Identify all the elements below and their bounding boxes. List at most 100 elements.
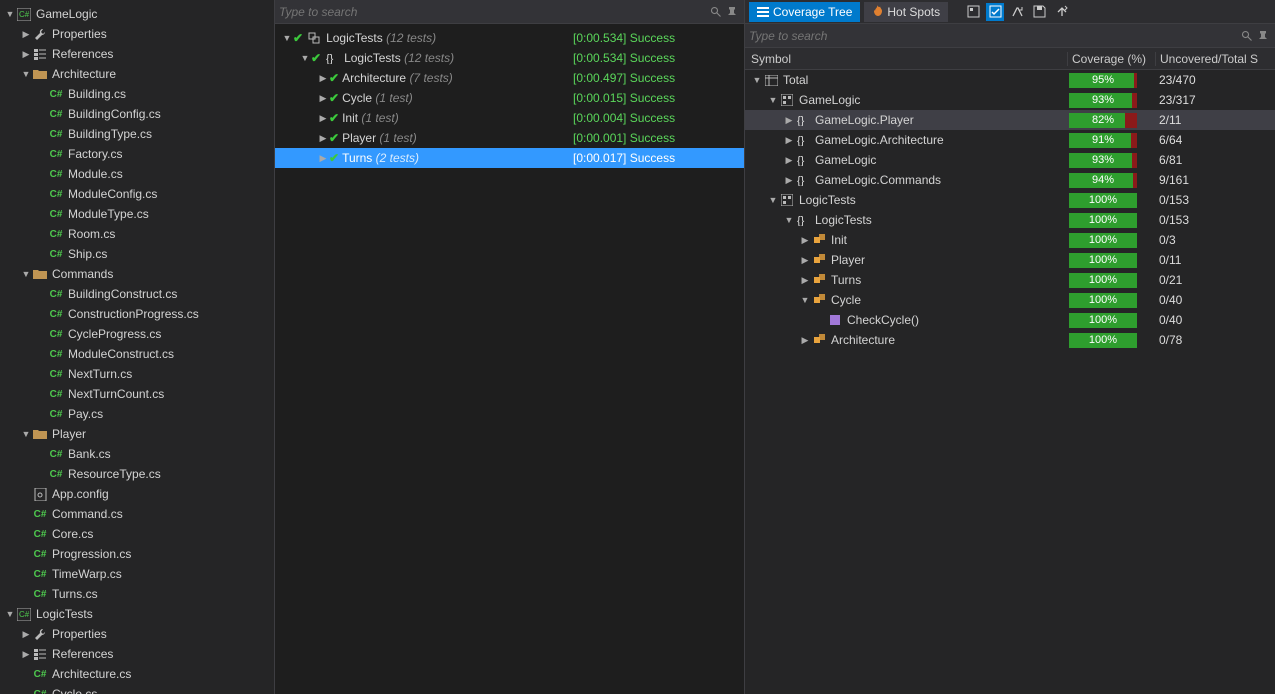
coverage-row[interactable]: Architecture100%0/78	[745, 330, 1275, 350]
solution-item[interactable]: C#TimeWarp.cs	[0, 564, 274, 584]
expand-arrow-icon[interactable]	[783, 175, 795, 186]
solution-item[interactable]: C#BuildingType.cs	[0, 124, 274, 144]
solution-tree[interactable]: C#GameLogicPropertiesReferencesArchitect…	[0, 0, 274, 694]
solution-item[interactable]: C#Room.cs	[0, 224, 274, 244]
expand-arrow-icon[interactable]	[20, 69, 32, 79]
toolbar-icon-1[interactable]	[964, 3, 982, 21]
toolbar-icon-2[interactable]	[986, 3, 1004, 21]
solution-item[interactable]: App.config	[0, 484, 274, 504]
solution-item[interactable]: C#CycleProgress.cs	[0, 324, 274, 344]
test-tree[interactable]: ✔LogicTests (12 tests)[0:00.534] Success…	[275, 24, 744, 168]
expand-arrow-icon[interactable]	[20, 49, 32, 60]
solution-item[interactable]: C#Factory.cs	[0, 144, 274, 164]
tab-hot-spots[interactable]: Hot Spots	[864, 2, 948, 22]
solution-item[interactable]: References	[0, 644, 274, 664]
expand-arrow-icon[interactable]	[317, 133, 329, 144]
tab-coverage-tree[interactable]: Coverage Tree	[749, 2, 860, 22]
expand-arrow-icon[interactable]	[281, 33, 293, 43]
solution-item[interactable]: C#BuildingConfig.cs	[0, 104, 274, 124]
solution-item[interactable]: C#Bank.cs	[0, 444, 274, 464]
solution-item[interactable]: C#ModuleType.cs	[0, 204, 274, 224]
solution-item[interactable]: C#GameLogic	[0, 4, 274, 24]
coverage-row[interactable]: LogicTests100%0/153	[745, 190, 1275, 210]
expand-arrow-icon[interactable]	[783, 215, 795, 225]
solution-item[interactable]: Properties	[0, 24, 274, 44]
coverage-row[interactable]: CheckCycle()100%0/40	[745, 310, 1275, 330]
solution-item[interactable]: C#Ship.cs	[0, 244, 274, 264]
solution-item[interactable]: Commands	[0, 264, 274, 284]
expand-arrow-icon[interactable]	[799, 295, 811, 305]
expand-arrow-icon[interactable]	[317, 113, 329, 124]
expand-arrow-icon[interactable]	[799, 275, 811, 286]
solution-item[interactable]: Properties	[0, 624, 274, 644]
expand-arrow-icon[interactable]	[767, 95, 779, 105]
toolbar-icon-3[interactable]	[1008, 3, 1026, 21]
test-row[interactable]: ✔Cycle (1 test)[0:00.015] Success	[275, 88, 744, 108]
expand-arrow-icon[interactable]	[799, 235, 811, 246]
coverage-row[interactable]: {}GameLogic.Player82%2/11	[745, 110, 1275, 130]
coverage-row[interactable]: Player100%0/11	[745, 250, 1275, 270]
expand-arrow-icon[interactable]	[317, 73, 329, 84]
save-icon[interactable]	[1030, 3, 1048, 21]
expand-arrow-icon[interactable]	[20, 649, 32, 660]
expand-arrow-icon[interactable]	[20, 29, 32, 40]
solution-item[interactable]: C#ConstructionProgress.cs	[0, 304, 274, 324]
solution-item[interactable]: C#Progression.cs	[0, 544, 274, 564]
coverage-search-input[interactable]	[749, 29, 1239, 43]
expand-arrow-icon[interactable]	[767, 195, 779, 205]
expand-arrow-icon[interactable]	[4, 609, 16, 619]
coverage-row[interactable]: Cycle100%0/40	[745, 290, 1275, 310]
solution-item[interactable]: C#NextTurnCount.cs	[0, 384, 274, 404]
expand-arrow-icon[interactable]	[317, 93, 329, 104]
search-icon[interactable]	[1239, 28, 1255, 44]
coverage-row[interactable]: Turns100%0/21	[745, 270, 1275, 290]
solution-item[interactable]: C#LogicTests	[0, 604, 274, 624]
expand-arrow-icon[interactable]	[299, 53, 311, 63]
search-icon[interactable]	[708, 4, 724, 20]
coverage-header-symbol[interactable]: Symbol	[745, 52, 1067, 66]
test-row[interactable]: ✔Player (1 test)[0:00.001] Success	[275, 128, 744, 148]
coverage-body[interactable]: Total95%23/470GameLogic93%23/317{}GameLo…	[745, 70, 1275, 694]
test-row[interactable]: ✔{}LogicTests (12 tests)[0:00.534] Succe…	[275, 48, 744, 68]
test-row[interactable]: ✔LogicTests (12 tests)[0:00.534] Success	[275, 28, 744, 48]
solution-item[interactable]: C#NextTurn.cs	[0, 364, 274, 384]
coverage-row[interactable]: Init100%0/3	[745, 230, 1275, 250]
expand-arrow-icon[interactable]	[317, 153, 329, 164]
expand-arrow-icon[interactable]	[783, 135, 795, 146]
solution-item[interactable]: C#Core.cs	[0, 524, 274, 544]
export-icon[interactable]	[1052, 3, 1070, 21]
solution-item[interactable]: C#Architecture.cs	[0, 664, 274, 684]
coverage-row[interactable]: {}GameLogic.Commands94%9/161	[745, 170, 1275, 190]
coverage-header-pct[interactable]: Coverage (%)	[1067, 52, 1155, 66]
test-search-input[interactable]	[279, 5, 708, 19]
test-row[interactable]: ✔Turns (2 tests)[0:00.017] Success	[275, 148, 744, 168]
solution-item[interactable]: C#Pay.cs	[0, 404, 274, 424]
expand-arrow-icon[interactable]	[799, 335, 811, 346]
coverage-row[interactable]: {}GameLogic93%6/81	[745, 150, 1275, 170]
coverage-row[interactable]: {}LogicTests100%0/153	[745, 210, 1275, 230]
expand-arrow-icon[interactable]	[751, 75, 763, 85]
expand-arrow-icon[interactable]	[799, 255, 811, 266]
coverage-row[interactable]: Total95%23/470	[745, 70, 1275, 90]
pin-icon[interactable]	[1255, 28, 1271, 44]
coverage-header-uncovered[interactable]: Uncovered/Total S	[1155, 52, 1275, 66]
solution-item[interactable]: C#ModuleConfig.cs	[0, 184, 274, 204]
solution-item[interactable]: References	[0, 44, 274, 64]
expand-arrow-icon[interactable]	[20, 429, 32, 439]
solution-item[interactable]: C#Turns.cs	[0, 584, 274, 604]
expand-arrow-icon[interactable]	[4, 9, 16, 19]
coverage-row[interactable]: {}GameLogic.Architecture91%6/64	[745, 130, 1275, 150]
test-row[interactable]: ✔Init (1 test)[0:00.004] Success	[275, 108, 744, 128]
solution-item[interactable]: C#BuildingConstruct.cs	[0, 284, 274, 304]
solution-item[interactable]: C#Building.cs	[0, 84, 274, 104]
solution-item[interactable]: C#ModuleConstruct.cs	[0, 344, 274, 364]
solution-item[interactable]: Architecture	[0, 64, 274, 84]
solution-item[interactable]: C#Cycle.cs	[0, 684, 274, 694]
pin-icon[interactable]	[724, 4, 740, 20]
solution-item[interactable]: C#Command.cs	[0, 504, 274, 524]
coverage-row[interactable]: GameLogic93%23/317	[745, 90, 1275, 110]
expand-arrow-icon[interactable]	[783, 115, 795, 126]
solution-item[interactable]: C#Module.cs	[0, 164, 274, 184]
test-row[interactable]: ✔Architecture (7 tests)[0:00.497] Succes…	[275, 68, 744, 88]
expand-arrow-icon[interactable]	[20, 269, 32, 279]
